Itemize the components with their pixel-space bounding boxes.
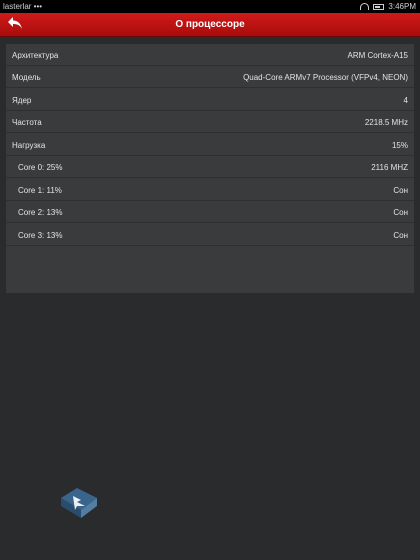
core-label: Core 1: 11% [18, 186, 62, 195]
core-value: Сон [393, 186, 408, 195]
watermark-logo [55, 484, 103, 524]
core-label: Core 2: 13% [18, 208, 63, 217]
page-title: О процессоре [175, 19, 245, 30]
info-row-frequency: Частота 2218.5 MHz [6, 111, 414, 133]
row-label: Архитектура [12, 51, 59, 60]
wifi-icon [360, 3, 370, 10]
status-carrier-text: lasterlar ••• [3, 2, 43, 11]
core-row-3: Core 3: 13% Сон [6, 224, 414, 246]
row-label: Модель [12, 73, 41, 82]
core-row-1: Core 1: 11% Сон [6, 179, 414, 201]
info-row-cores: Ядер 4 [6, 89, 414, 111]
battery-icon [373, 3, 385, 10]
processor-info-panel: Архитектура ARM Cortex-A15 Модель Quad-C… [6, 44, 414, 293]
info-row-model: Модель Quad-Core ARMv7 Processor (VFPv4,… [6, 66, 414, 88]
core-value: Сон [393, 231, 408, 240]
row-value: Quad-Core ARMv7 Processor (VFPv4, NEON) [243, 73, 408, 82]
core-row-0: Core 0: 25% 2116 MHZ [6, 156, 414, 178]
core-label: Core 3: 13% [18, 231, 63, 240]
row-label: Частота [12, 118, 42, 127]
row-value: 15% [391, 141, 408, 150]
core-label: Core 0: 25% [18, 163, 63, 172]
info-row-load: Нагрузка 15% [6, 134, 414, 156]
core-row-2: Core 2: 13% Сон [6, 201, 414, 223]
row-value: ARM Cortex-A15 [347, 51, 408, 60]
status-right: 3:46PM [360, 2, 416, 11]
status-time: 3:46PM [388, 2, 416, 11]
core-value: Сон [393, 208, 408, 217]
core-value: 2116 MHZ [371, 163, 408, 172]
row-value: 4 [403, 96, 408, 105]
status-bar: lasterlar ••• 3:46PM [0, 0, 420, 13]
info-row-architecture: Архитектура ARM Cortex-A15 [6, 44, 414, 66]
title-bar: О процессоре [0, 13, 420, 37]
row-value: 2218.5 MHz [364, 118, 408, 127]
row-label: Нагрузка [12, 141, 46, 150]
row-label: Ядер [12, 96, 32, 105]
